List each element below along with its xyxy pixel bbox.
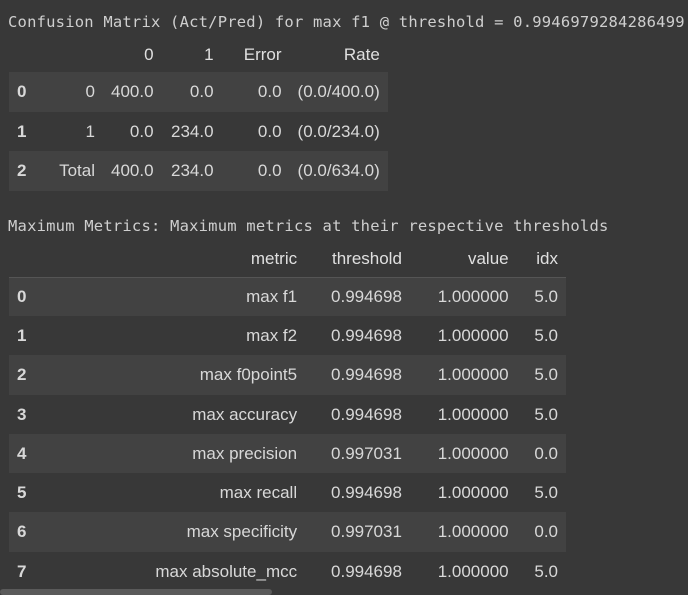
table-row: 1 max f2 0.994698 1.000000 5.0 — [9, 316, 566, 355]
table-cell: (0.0/400.0) — [297, 82, 380, 101]
row-index: 1 — [17, 325, 27, 345]
table-row: 4 max precision 0.997031 1.000000 0.0 — [9, 434, 566, 473]
table-cell: 1.000000 — [437, 561, 509, 581]
table-header-row: metric threshold value idx — [9, 241, 566, 277]
table-cell: 0.994698 — [331, 325, 402, 345]
table-cell: 0.994698 — [331, 561, 402, 581]
column-header: 0 — [144, 45, 154, 64]
table-row: 0 0 400.0 0.0 0.0 (0.0/400.0) — [9, 72, 388, 112]
table-row: 0 max f1 0.994698 1.000000 5.0 — [9, 277, 566, 316]
table-row: 2 Total 400.0 234.0 0.0 (0.0/634.0) — [9, 151, 388, 191]
table-cell: 1.000000 — [437, 522, 509, 541]
table-cell: 1 — [85, 121, 95, 141]
table-header-row: 0 1 Error Rate — [9, 38, 388, 72]
table-cell: 5.0 — [534, 404, 558, 424]
table-cell: 0.0 — [257, 82, 282, 101]
table-cell: 234.0 — [171, 121, 214, 141]
table-cell: 0.0 — [129, 121, 154, 141]
table-cell: 0.994698 — [331, 482, 402, 502]
table-cell: 1.000000 — [437, 325, 509, 345]
table-row: 2 max f0point5 0.994698 1.000000 5.0 — [9, 355, 566, 395]
row-index: 4 — [17, 443, 27, 463]
table-row: 3 max accuracy 0.994698 1.000000 5.0 — [9, 395, 566, 434]
table-row: 7 max absolute_mcc 0.994698 1.000000 5.0 — [9, 552, 566, 591]
maximum-metrics-table: metric threshold value idx 0 max f1 0.99… — [9, 241, 566, 591]
row-index: 5 — [17, 482, 27, 502]
table-cell: max recall — [219, 482, 298, 502]
table-cell: 0.994698 — [331, 365, 402, 384]
row-index: 7 — [17, 561, 27, 581]
table-cell: Total — [59, 161, 95, 180]
table-cell: 0 — [85, 82, 95, 101]
table-cell: 0.997031 — [331, 443, 402, 463]
table-cell: 5.0 — [534, 561, 558, 581]
table-cell: max f2 — [246, 325, 298, 345]
table-cell: 0.0 — [257, 121, 282, 141]
table-cell: 1.000000 — [437, 443, 509, 463]
row-index: 3 — [17, 404, 27, 424]
table-cell: 0.0 — [189, 82, 214, 101]
column-header — [9, 241, 46, 277]
table-cell: 5.0 — [534, 286, 558, 306]
table-cell: 0.994698 — [331, 404, 402, 424]
table-cell: 0.997031 — [331, 522, 402, 541]
table-cell: 5.0 — [534, 482, 558, 502]
column-header — [47, 38, 103, 72]
confusion-matrix-title: Confusion Matrix (Act/Pred) for max f1 @… — [8, 13, 688, 31]
table-cell: max specificity — [186, 522, 298, 541]
row-index: 0 — [17, 82, 27, 101]
table-cell: 1.000000 — [437, 286, 509, 306]
table-cell: 1.000000 — [437, 365, 509, 384]
table-cell: 5.0 — [534, 325, 558, 345]
table-row: 1 1 0.0 234.0 0.0 (0.0/234.0) — [9, 112, 388, 151]
table-row: 5 max recall 0.994698 1.000000 5.0 — [9, 473, 566, 512]
row-index: 1 — [17, 121, 27, 141]
table-cell: max precision — [192, 443, 298, 463]
column-header: 1 — [204, 45, 214, 64]
table-cell: 1.000000 — [437, 482, 509, 502]
table-cell: 234.0 — [171, 161, 214, 180]
column-header: threshold — [331, 248, 402, 268]
horizontal-scrollbar[interactable] — [0, 589, 272, 595]
table-row: 6 max specificity 0.997031 1.000000 0.0 — [9, 512, 566, 552]
table-cell: 5.0 — [534, 365, 558, 384]
maximum-metrics-title: Maximum Metrics: Maximum metrics at thei… — [8, 217, 609, 235]
table-cell: max accuracy — [192, 404, 298, 424]
column-header: idx — [536, 248, 558, 268]
row-index: 2 — [17, 365, 27, 384]
table-cell: 1.000000 — [437, 404, 509, 424]
column-header: value — [467, 248, 509, 268]
column-header: Rate — [343, 45, 380, 64]
table-cell: (0.0/234.0) — [297, 121, 380, 141]
table-cell: (0.0/634.0) — [297, 161, 380, 180]
table-cell: max f1 — [246, 286, 298, 306]
row-index: 6 — [17, 522, 27, 541]
table-cell: 0.0 — [257, 161, 282, 180]
table-cell: max f0point5 — [199, 365, 298, 384]
table-cell: 400.0 — [111, 82, 154, 101]
table-cell: 400.0 — [111, 161, 154, 180]
row-index: 0 — [17, 286, 27, 306]
column-header: Error — [243, 45, 282, 64]
table-cell: 0.994698 — [331, 286, 402, 306]
table-cell: 0.0 — [534, 522, 558, 541]
confusion-matrix-table: 0 1 Error Rate 0 0 400.0 0.0 0.0 (0.0/40… — [9, 38, 388, 191]
table-cell: max absolute_mcc — [155, 561, 298, 581]
column-header: metric — [250, 248, 298, 268]
row-index: 2 — [17, 161, 27, 180]
table-cell: 0.0 — [534, 443, 558, 463]
column-header — [9, 38, 47, 72]
